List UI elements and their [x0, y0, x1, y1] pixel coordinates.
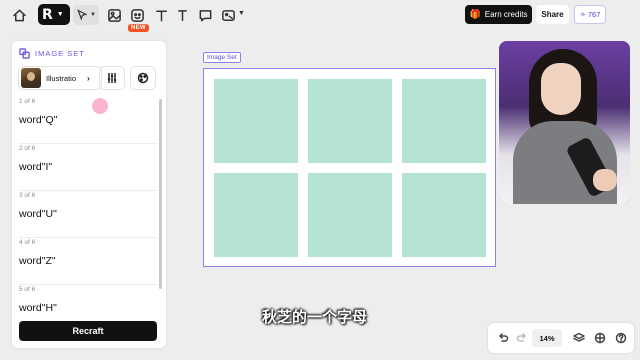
item-prompt[interactable]: word"I"	[19, 161, 52, 173]
item-count: 3 of 6	[19, 192, 36, 199]
panel-header: IMAGE SET	[19, 48, 85, 59]
layers-icon[interactable]	[572, 331, 586, 345]
image-tile[interactable]	[402, 79, 486, 163]
text-icon[interactable]	[152, 6, 170, 24]
item-count: 2 of 6	[19, 145, 36, 152]
mouse-cursor-indicator	[92, 98, 108, 114]
style-label: Illustratio	[46, 73, 77, 83]
redo-icon[interactable]	[515, 331, 529, 345]
chevron-down-icon: ▼	[56, 11, 64, 18]
image-set-panel: IMAGE SET Illustratio › 1 of 6 word"Q" 2…	[12, 41, 166, 348]
item-count: 4 of 6	[19, 239, 36, 246]
palette-icon	[137, 72, 149, 84]
image-set-icon	[19, 48, 30, 59]
chevron-down-icon[interactable]: ▼	[238, 10, 245, 17]
frame-label[interactable]: Image Set	[203, 52, 241, 63]
new-badge: NEW	[128, 24, 149, 32]
media-icon[interactable]	[219, 6, 237, 24]
bottom-controls: 14%	[488, 323, 634, 353]
list-item[interactable]: 2 of 6 word"I"	[19, 144, 157, 191]
style-selector[interactable]: Illustratio ›	[18, 66, 102, 90]
video-subtitle: 秋芝的一个字母	[262, 308, 368, 326]
style-thumbnail	[21, 68, 41, 88]
image-icon[interactable]	[105, 6, 123, 24]
color-palette-button[interactable]	[130, 66, 156, 90]
prompt-list: 1 of 6 word"Q" 2 of 6 word"I" 3 of 6 wor…	[19, 97, 157, 332]
logo-icon: R	[42, 6, 53, 23]
sticker-icon[interactable]	[128, 6, 146, 24]
credits-button[interactable]: ✧ 767	[574, 5, 606, 24]
sparkle-icon: ✧	[579, 10, 586, 19]
recraft-button[interactable]: Recraft	[19, 321, 157, 341]
pointer-tool-button[interactable]: ▼	[73, 5, 99, 25]
image-tile[interactable]	[214, 79, 298, 163]
item-prompt[interactable]: word"H"	[19, 302, 57, 314]
help-icon[interactable]	[614, 331, 628, 345]
item-count: 5 of 6	[19, 286, 36, 293]
list-item[interactable]: 3 of 6 word"U"	[19, 191, 157, 238]
credits-count: 767	[587, 10, 601, 19]
image-tile[interactable]	[308, 79, 392, 163]
undo-icon[interactable]	[496, 331, 510, 345]
sliders-icon	[107, 73, 117, 83]
image-tile[interactable]	[214, 173, 298, 257]
list-item[interactable]: 1 of 6 word"Q"	[19, 97, 157, 144]
item-prompt[interactable]: word"Q"	[19, 114, 57, 126]
logo-menu-button[interactable]: R ▼	[38, 4, 70, 25]
earn-credits-label: Earn credits	[484, 10, 528, 19]
panel-scrollbar[interactable]	[159, 99, 162, 289]
chevron-right-icon: ›	[87, 73, 90, 83]
settings-sliders-button[interactable]	[99, 66, 125, 90]
comment-icon[interactable]	[196, 6, 214, 24]
community-icon[interactable]	[593, 331, 607, 345]
image-tile[interactable]	[402, 173, 486, 257]
text-tool-icon[interactable]	[173, 6, 191, 24]
image-tile[interactable]	[308, 173, 392, 257]
pointer-icon	[77, 9, 88, 21]
item-prompt[interactable]: word"Z"	[19, 255, 56, 267]
share-button[interactable]: Share	[536, 5, 569, 24]
earn-credits-button[interactable]: 🎁 Earn credits	[465, 5, 532, 24]
image-set-frame[interactable]	[203, 68, 496, 267]
webcam-overlay	[499, 41, 630, 204]
chevron-down-icon: ▼	[90, 12, 96, 18]
item-count: 1 of 6	[19, 98, 36, 105]
panel-title: IMAGE SET	[35, 49, 85, 58]
gift-icon: 🎁	[469, 9, 481, 19]
list-item[interactable]: 4 of 6 word"Z"	[19, 238, 157, 285]
top-toolbar: R ▼ ▼ NEW ▼ 🎁 Earn credits Share ✧ 767	[0, 0, 640, 32]
zoom-level[interactable]: 14%	[532, 329, 562, 347]
item-prompt[interactable]: word"U"	[19, 208, 57, 220]
home-icon[interactable]	[10, 6, 28, 24]
